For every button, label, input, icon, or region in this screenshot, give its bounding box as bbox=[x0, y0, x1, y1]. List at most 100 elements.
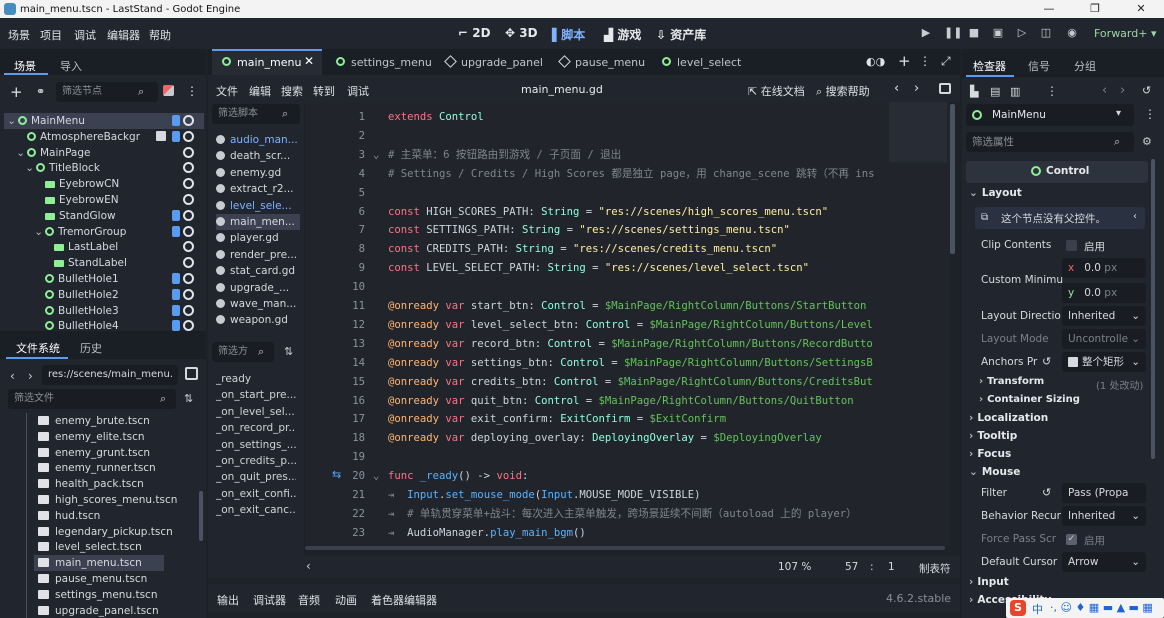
file-item[interactable]: legendary_pickup.tscn bbox=[38, 524, 173, 540]
clip-checkbox[interactable] bbox=[1066, 240, 1077, 251]
property-tools-icon[interactable]: ⚙ bbox=[1142, 135, 1152, 148]
play-scene-icon[interactable]: ▷ bbox=[1016, 27, 1028, 39]
script-icon[interactable] bbox=[172, 130, 180, 142]
inspector-scrollbar[interactable] bbox=[1151, 159, 1155, 459]
script-icon[interactable] bbox=[172, 320, 180, 331]
history-nav-icon[interactable]: ◐◑ bbox=[866, 55, 885, 68]
menu-project[interactable]: 项目 bbox=[40, 27, 62, 43]
expand-chevron-icon[interactable]: ⌄ bbox=[4, 224, 45, 240]
new-resource-icon[interactable]: ▙ bbox=[970, 85, 978, 98]
indent-mode[interactable]: 制表符 bbox=[919, 561, 951, 576]
section-transform[interactable]: › Transform bbox=[979, 376, 1044, 387]
ime-logo-icon[interactable]: S bbox=[1010, 600, 1026, 616]
renderer-selector[interactable]: Forward+ ▾ bbox=[1094, 27, 1156, 40]
tab-scene[interactable]: 场景 bbox=[14, 58, 36, 74]
script-icon[interactable] bbox=[172, 225, 180, 237]
script-item[interactable]: audio_man... bbox=[216, 132, 300, 148]
remote-debug-icon[interactable]: ▣ bbox=[992, 27, 1004, 39]
path-input[interactable]: res://scenes/main_menu. bbox=[42, 365, 178, 385]
scene-tree-node[interactable]: BulletHole2 bbox=[4, 287, 204, 303]
script-icon[interactable] bbox=[172, 288, 180, 300]
script-item[interactable]: level_sele... bbox=[216, 198, 300, 214]
method-item[interactable]: _on_exit_confi... bbox=[216, 486, 296, 502]
section-container-sizing[interactable]: › Container Sizing bbox=[979, 394, 1080, 405]
file-item[interactable]: high_scores_menu.tscn bbox=[38, 492, 177, 508]
minimize-button[interactable]: — bbox=[1026, 0, 1072, 18]
expand-chevron-icon[interactable]: ⌄ bbox=[4, 160, 36, 176]
menu-debug[interactable]: 调试 bbox=[74, 27, 96, 43]
sort-icon[interactable]: ⇅ bbox=[184, 392, 193, 405]
revert-icon[interactable]: ↺ bbox=[1042, 355, 1051, 368]
script-item[interactable]: upgrade_... bbox=[216, 280, 300, 296]
zoom-level[interactable]: 107 % bbox=[778, 561, 811, 573]
fold-chevron-icon[interactable]: ⌄ bbox=[373, 146, 379, 165]
script-icon[interactable] bbox=[172, 273, 180, 284]
back-icon[interactable]: ‹ bbox=[10, 369, 15, 383]
visibility-eye-icon[interactable] bbox=[183, 257, 194, 269]
tab-inspector[interactable]: 检查器 bbox=[973, 58, 1006, 74]
behavior-select[interactable]: Inherited ⌄ bbox=[1062, 506, 1146, 526]
filter-methods-input[interactable]: 筛选方 bbox=[212, 342, 274, 362]
file-item[interactable]: settings_menu.tscn bbox=[38, 587, 157, 603]
visibility-eye-icon[interactable] bbox=[183, 225, 194, 237]
script-item[interactable]: death_scr... bbox=[216, 148, 300, 164]
tab-history[interactable]: 历史 bbox=[80, 340, 102, 356]
tab-filesystem[interactable]: 文件系统 bbox=[16, 340, 60, 356]
filter-select[interactable]: Pass (Propa bbox=[1062, 483, 1146, 503]
ime-mode[interactable]: 中 bbox=[1032, 601, 1043, 617]
layout-direction-select[interactable]: Inherited ⌄ bbox=[1062, 306, 1146, 326]
history-forward-icon[interactable]: › bbox=[1120, 83, 1125, 98]
expand-chevron-icon[interactable]: ⌄ bbox=[4, 145, 27, 161]
visibility-eye-icon[interactable] bbox=[183, 273, 194, 284]
visibility-eye-icon[interactable] bbox=[183, 115, 194, 126]
forward-icon[interactable]: › bbox=[28, 369, 33, 383]
tab-output[interactable]: 输出 bbox=[217, 592, 239, 608]
search-help-link[interactable]: ⌕ 搜索帮助 bbox=[816, 83, 870, 99]
section-localization[interactable]: › Localization bbox=[969, 412, 1048, 424]
code-editor[interactable]: 1 extends Control 2 3 # 主菜单：6 按钮路由到游戏 / 子页面 … bbox=[305, 102, 950, 546]
tab-debugger[interactable]: 调试器 bbox=[253, 592, 286, 608]
menu-editor[interactable]: 编辑器 bbox=[107, 27, 140, 43]
new-tab-icon[interactable]: + bbox=[898, 52, 911, 70]
editor-tab[interactable]: main_menu ✕ bbox=[212, 49, 322, 75]
script-item[interactable]: render_pre... bbox=[216, 247, 300, 263]
visibility-eye-icon[interactable] bbox=[183, 209, 194, 221]
workspace-assetlib[interactable]: ⇩ 资产库 bbox=[656, 26, 706, 43]
connection-signal-icon[interactable]: ⇆ bbox=[332, 468, 341, 481]
filter-properties-input[interactable]: 筛选属性 bbox=[966, 132, 1134, 152]
editor-tab[interactable]: pause_menu bbox=[550, 49, 650, 75]
visibility-eye-icon[interactable] bbox=[183, 146, 194, 158]
add-node-icon[interactable]: + bbox=[10, 83, 23, 101]
script-attach-icon[interactable] bbox=[163, 85, 174, 96]
file-item[interactable]: hud.tscn bbox=[38, 508, 100, 524]
distraction-free-icon[interactable]: ⤢ bbox=[941, 54, 951, 69]
force-pass-checkbox[interactable]: ✓ bbox=[1066, 534, 1077, 545]
scene-tree-node[interactable]: BulletHole3 bbox=[4, 303, 204, 319]
scene-tree-node[interactable]: LastLabel bbox=[4, 239, 204, 255]
filter-files-input[interactable]: 筛选文件 bbox=[8, 389, 176, 409]
script-menu-search[interactable]: 搜索 bbox=[281, 83, 303, 99]
more-menu-icon[interactable]: ⋮ bbox=[1046, 84, 1058, 98]
script-item[interactable]: player.gd bbox=[216, 230, 300, 246]
script-item[interactable]: extract_r2... bbox=[216, 181, 300, 197]
link-icon[interactable]: ⚭ bbox=[36, 85, 45, 98]
visibility-eye-icon[interactable] bbox=[183, 241, 194, 253]
instance-icon[interactable] bbox=[156, 130, 166, 141]
script-item[interactable]: main_men... bbox=[216, 214, 300, 230]
prev-script-icon[interactable]: ‹ bbox=[894, 81, 899, 96]
file-item[interactable]: enemy_runner.tscn bbox=[38, 460, 156, 476]
section-focus[interactable]: › Focus bbox=[969, 448, 1011, 460]
scene-tree-node[interactable]: ⌄ TremorGroup bbox=[4, 224, 204, 240]
script-menu-goto[interactable]: 转到 bbox=[313, 83, 335, 99]
filesystem-scrollbar[interactable] bbox=[199, 491, 203, 541]
section-tooltip[interactable]: › Tooltip bbox=[969, 430, 1017, 442]
default-cursor-select[interactable]: Arrow ⌄ bbox=[1062, 552, 1146, 572]
layout-mode-select[interactable]: Uncontrolle ⌄ bbox=[1062, 329, 1146, 349]
file-item[interactable]: enemy_elite.tscn bbox=[38, 429, 145, 445]
workspace-script[interactable]: ▌脚本 bbox=[552, 26, 585, 43]
visibility-eye-icon[interactable] bbox=[183, 288, 194, 300]
selected-node-picker[interactable]: MainMenu bbox=[966, 104, 1134, 126]
file-item[interactable]: level_select.tscn bbox=[38, 539, 142, 555]
scene-tree-node[interactable]: BulletHole1 bbox=[4, 271, 204, 287]
visibility-eye-icon[interactable] bbox=[183, 178, 194, 190]
